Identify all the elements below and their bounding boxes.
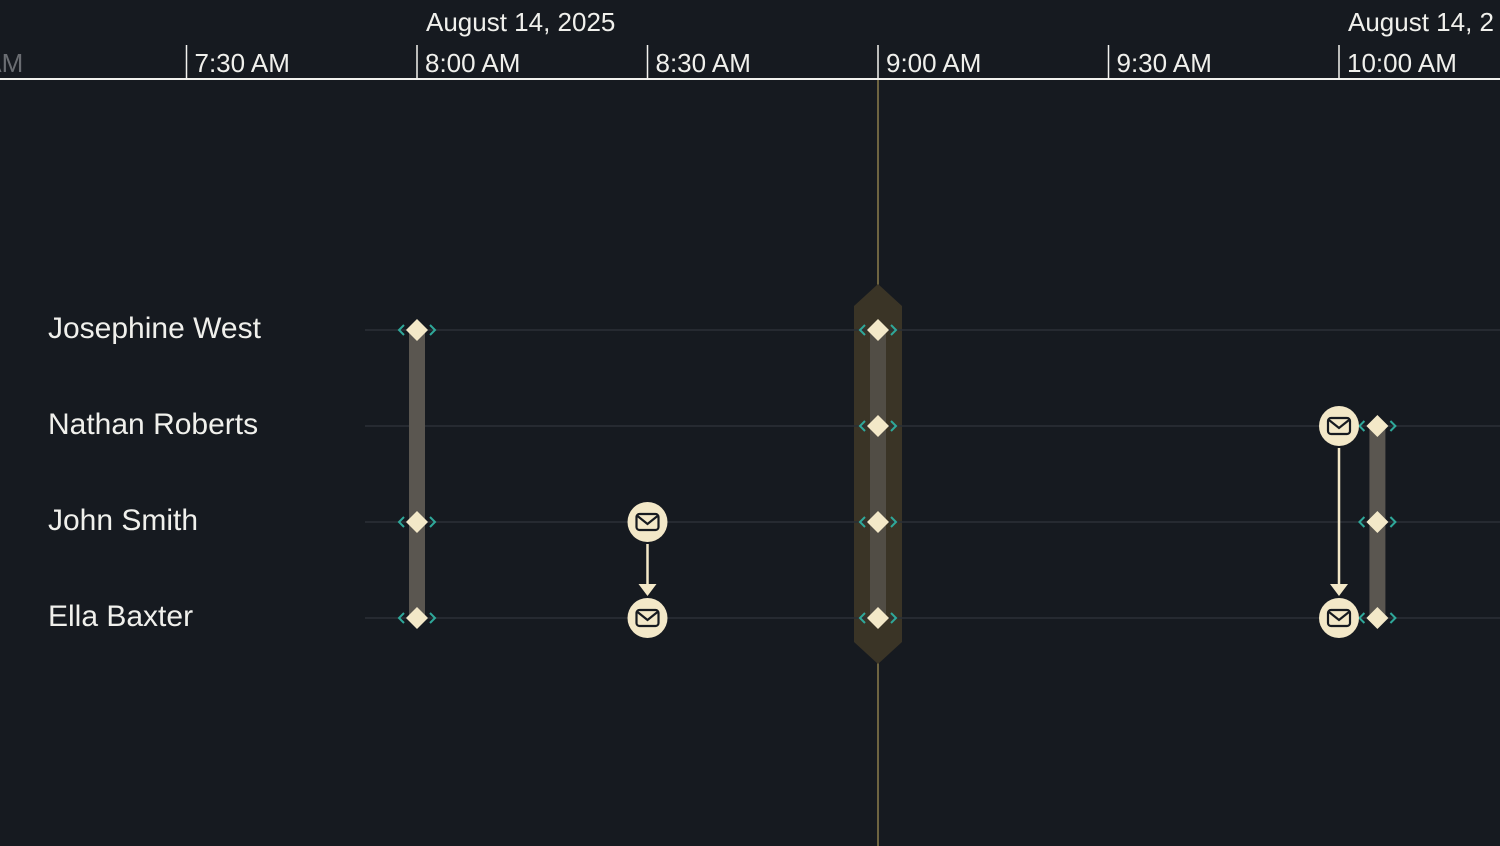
lane-label-john-smith[interactable]: John Smith (48, 504, 198, 538)
timeline-view: 0 AM 7:30 AM 8:00 AM 8:30 AM 9:00 AM 9:30 AM 1… (0, 0, 1500, 846)
tick-label: 0 AM (0, 48, 23, 78)
lane-label-ella-baxter[interactable]: Ella Baxter (48, 600, 193, 634)
envelope-icon[interactable] (1319, 598, 1359, 638)
tick-label: 8:30 AM (656, 48, 751, 78)
tick-label: 9:00 AM (886, 48, 981, 78)
lane-label-nathan-roberts[interactable]: Nathan Roberts (48, 408, 258, 442)
lane-label-josephine-west[interactable]: Josephine West (48, 312, 261, 346)
date-label: August 14, 2 (1348, 7, 1494, 37)
meeting-bar[interactable] (870, 330, 886, 618)
envelope-icon[interactable] (627, 502, 668, 542)
time-axis: 0 AM 7:30 AM 8:00 AM 8:30 AM 9:00 AM 9:30 AM 1… (0, 7, 1500, 80)
arrow-head-icon (1330, 584, 1348, 596)
message-circle (1319, 598, 1359, 638)
arrow-head-icon (638, 584, 657, 596)
tick-label: 9:30 AM (1117, 48, 1212, 78)
message-circle (627, 598, 668, 638)
lane-lines (365, 329, 1500, 619)
message-circle (1319, 406, 1359, 446)
tick-label: 8:00 AM (425, 48, 520, 78)
tick-label: 10:00 AM (1347, 48, 1457, 78)
tick-label: 7:30 AM (195, 48, 290, 78)
envelope-icon[interactable] (627, 598, 668, 638)
date-label: August 14, 2025 (426, 7, 615, 37)
message-circle (627, 502, 668, 542)
envelope-icon[interactable] (1319, 406, 1359, 446)
meeting-bar[interactable] (409, 330, 425, 618)
